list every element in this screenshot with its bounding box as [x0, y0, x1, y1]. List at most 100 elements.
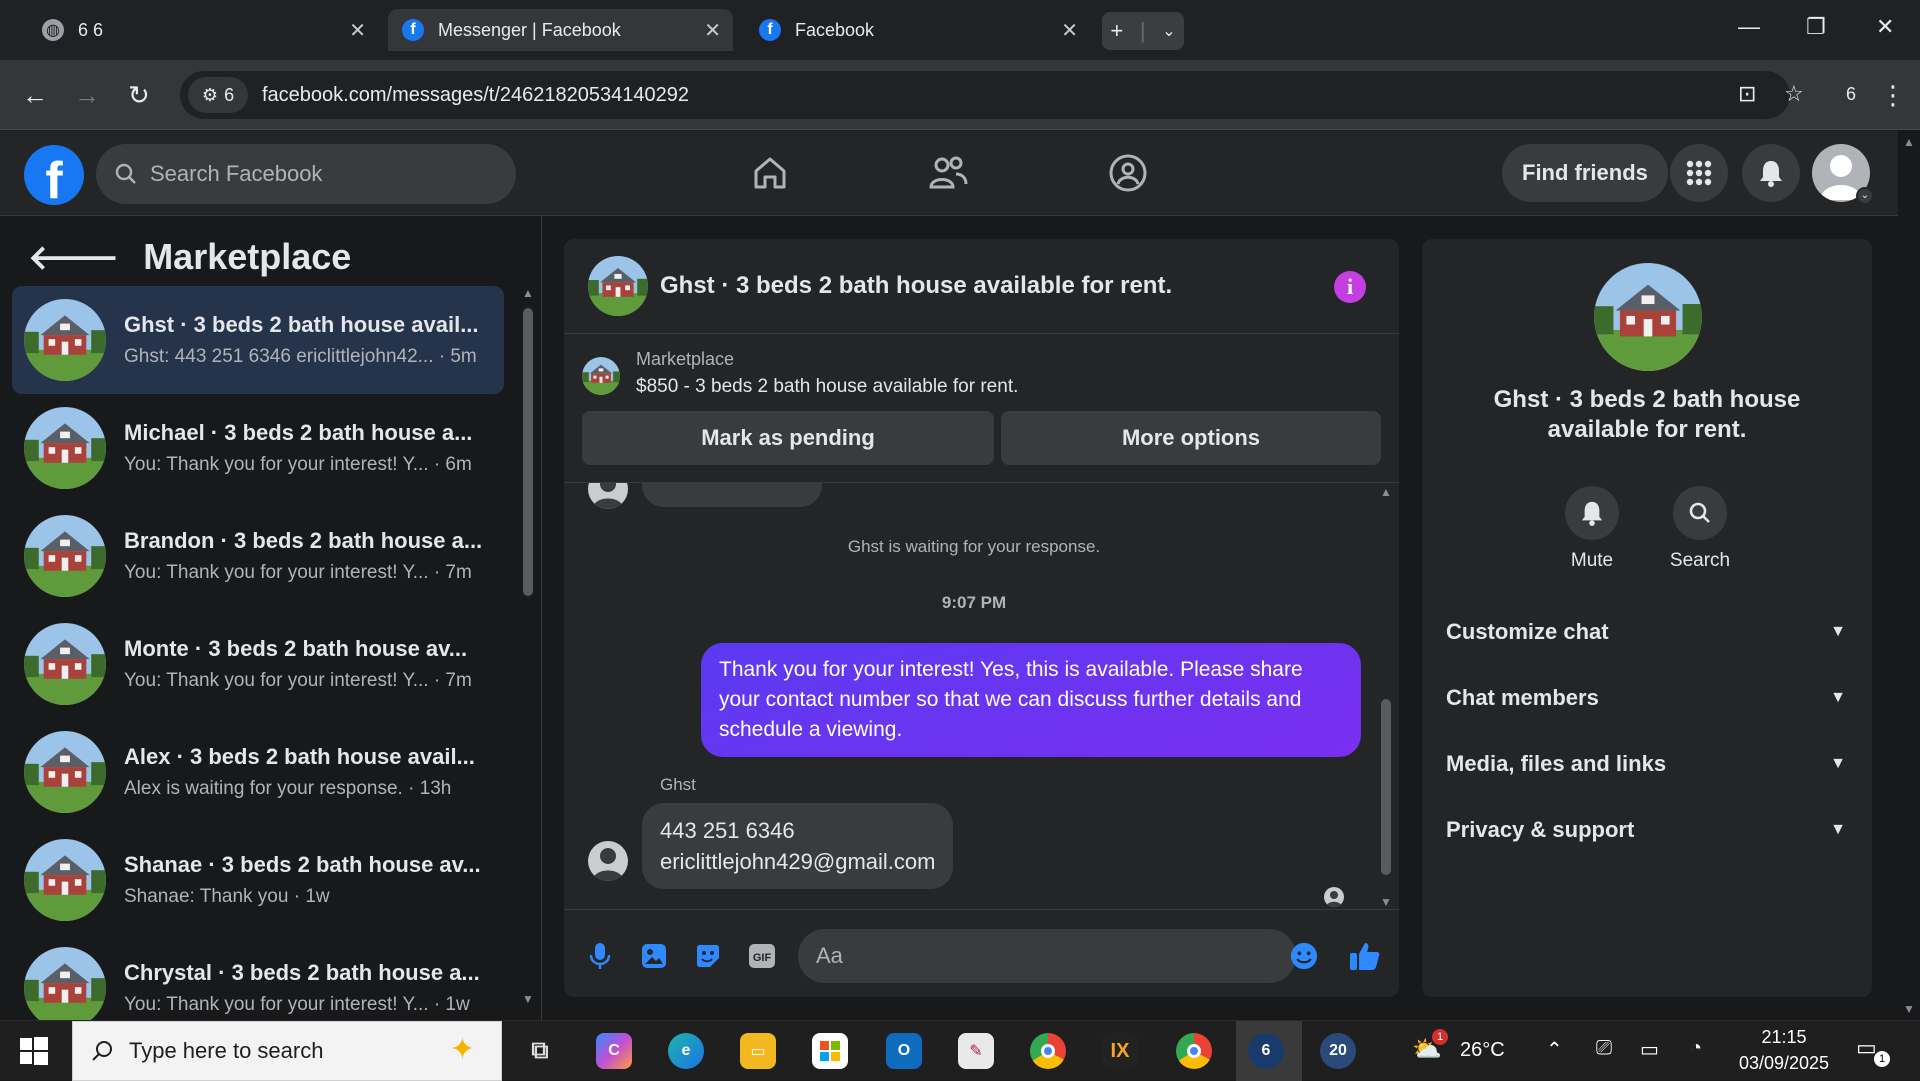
site-info-button[interactable]: ⚙ 6: [188, 77, 248, 113]
message-input[interactable]: [798, 929, 1296, 983]
search-label: Search: [1669, 550, 1731, 571]
sticker-icon[interactable]: [694, 942, 722, 970]
close-icon[interactable]: ✕: [1061, 18, 1078, 43]
forward-icon[interactable]: →: [74, 80, 100, 111]
conversation-name: Ghst · 3 beds 2 bath house avail...: [124, 312, 479, 337]
scrollbar[interactable]: ▲ ▼: [522, 286, 534, 1006]
thumbs-up-icon[interactable]: [1348, 942, 1382, 970]
photo-icon[interactable]: [640, 942, 668, 970]
outlook-icon[interactable]: O: [886, 1033, 922, 1069]
conversation-preview: Alex is waiting for your response. · 13h: [124, 778, 452, 799]
page-scrollbar[interactable]: ▲ ▼: [1898, 131, 1920, 1020]
task-view-icon[interactable]: ⧉: [522, 1033, 558, 1069]
media-files-links-section[interactable]: Media, files and links ▼: [1446, 751, 1846, 777]
taskbar-search-box[interactable]: Type here to search ✦: [72, 1021, 502, 1081]
avatar[interactable]: [588, 256, 648, 316]
avatar[interactable]: [1594, 263, 1702, 371]
marketplace-conversations-panel: 🡐 Marketplace Ghst · 3 beds 2 bath house…: [0, 216, 542, 1029]
microphone-icon[interactable]: [586, 942, 614, 970]
more-vert-icon[interactable]: ⋮: [1880, 80, 1906, 111]
plus-icon[interactable]: +: [1110, 18, 1123, 44]
chrome-icon[interactable]: [1030, 1033, 1066, 1069]
home-icon[interactable]: [748, 151, 792, 195]
tab-facebook[interactable]: f Facebook ✕: [745, 9, 1090, 51]
app-badge-icon[interactable]: 20: [1320, 1033, 1356, 1069]
avatar[interactable]: [588, 841, 628, 881]
gif-icon[interactable]: GIF: [748, 942, 776, 970]
section-label: Chat members: [1446, 685, 1599, 710]
conversation-item[interactable]: Alex · 3 beds 2 bath house avail... Alex …: [12, 718, 504, 826]
profile-count[interactable]: 6: [1846, 84, 1856, 105]
mark-as-pending-button[interactable]: Mark as pending: [582, 411, 994, 465]
back-icon[interactable]: ←: [22, 80, 48, 111]
conversation-name: Chrystal · 3 beds 2 bath house a...: [124, 960, 480, 985]
tab-messenger[interactable]: f Messenger | Facebook ✕: [388, 9, 733, 51]
reload-icon[interactable]: ↻: [128, 80, 150, 111]
paint-icon[interactable]: ✎: [958, 1033, 994, 1069]
conversation-item[interactable]: Ghst · 3 beds 2 bath house avail... Ghst:…: [12, 286, 504, 394]
windows-start-icon[interactable]: [20, 1037, 48, 1065]
my-message-bubble[interactable]: Thank you for your interest! Yes, this i…: [701, 643, 1361, 757]
app-badge-count: 20: [1329, 1042, 1347, 1059]
clock-time[interactable]: 21:15: [1736, 1027, 1832, 1048]
notification-count: 1: [1874, 1051, 1890, 1067]
conversation-item[interactable]: Shanae · 3 beds 2 bath house av... Shanae…: [12, 826, 504, 934]
search-input[interactable]: [150, 161, 490, 187]
friends-icon[interactable]: [926, 151, 970, 195]
wifi-icon[interactable]: ◔: [1690, 1037, 1702, 1060]
star-icon[interactable]: ☆: [1784, 81, 1804, 107]
app-badge-icon[interactable]: 6: [1248, 1033, 1284, 1069]
facebook-search-box[interactable]: [96, 144, 516, 204]
search-icon: [115, 163, 136, 184]
copilot-icon[interactable]: C: [596, 1033, 632, 1069]
groups-icon[interactable]: [1106, 151, 1150, 195]
search-button[interactable]: Search: [1650, 486, 1750, 572]
more-options-button[interactable]: More options: [1001, 411, 1381, 465]
svg-text:GIF: GIF: [753, 952, 772, 964]
read-receipt-avatar: [1324, 887, 1344, 907]
tab-6-6[interactable]: ◍ 6 6 ✕: [28, 9, 378, 51]
find-friends-button[interactable]: Find friends: [1502, 144, 1668, 202]
facebook-icon: f: [402, 19, 424, 41]
mute-button[interactable]: Mute: [1542, 486, 1642, 572]
close-icon[interactable]: ✕: [704, 18, 721, 43]
close-icon[interactable]: ✕: [349, 18, 366, 43]
conversation-item[interactable]: Brandon · 3 beds 2 bath house a... You: T…: [12, 502, 504, 610]
ix-app-icon[interactable]: IX: [1102, 1033, 1138, 1069]
back-arrow-icon[interactable]: 🡐: [28, 237, 119, 278]
tab-title: 6 6: [78, 19, 104, 40]
conversation-item[interactable]: Michael · 3 beds 2 bath house a... You: T…: [12, 394, 504, 502]
chevron-up-icon[interactable]: ⌃: [1546, 1037, 1563, 1062]
marketplace-listing[interactable]: Marketplace $850 - 3 beds 2 bath house a…: [582, 349, 1018, 398]
customize-chat-section[interactable]: Customize chat ▼: [1446, 619, 1846, 645]
url-text[interactable]: facebook.com/messages/t/2462182053414029…: [262, 84, 689, 107]
bell-icon[interactable]: [1742, 144, 1800, 202]
weather-temperature[interactable]: 26°C: [1460, 1039, 1505, 1062]
conversation-name: Alex · 3 beds 2 bath house avail...: [124, 744, 475, 769]
meet-now-icon[interactable]: ⎚: [1596, 1037, 1612, 1060]
restore-icon[interactable]: ❐: [1806, 14, 1826, 40]
edge-icon[interactable]: e: [668, 1033, 704, 1069]
microsoft-store-icon[interactable]: [812, 1033, 848, 1069]
scrollbar[interactable]: ▲ ▼: [1376, 483, 1396, 909]
chat-members-section[interactable]: Chat members ▼: [1446, 685, 1846, 711]
chrome-profile-icon[interactable]: [1176, 1033, 1212, 1069]
minimize-icon[interactable]: —: [1738, 14, 1760, 40]
chat-title[interactable]: Ghst · 3 beds 2 bath house available for…: [660, 272, 1172, 300]
info-icon[interactable]: i: [1334, 271, 1366, 303]
globe-icon: ◍: [42, 19, 64, 41]
conversation-item[interactable]: Monte · 3 beds 2 bath house av... You: Th…: [12, 610, 504, 718]
privacy-support-section[interactable]: Privacy & support ▼: [1446, 817, 1846, 843]
facebook-logo-icon[interactable]: f: [24, 145, 84, 205]
url-box[interactable]: ⚙ 6 facebook.com/messages/t/246218205341…: [180, 71, 1804, 119]
close-window-icon[interactable]: ✕: [1876, 14, 1894, 40]
emoji-icon[interactable]: [1290, 942, 1318, 970]
install-app-icon[interactable]: ⊡: [1738, 81, 1756, 107]
battery-icon[interactable]: ▭: [1640, 1037, 1659, 1062]
menu-grid-icon[interactable]: [1670, 144, 1728, 202]
chevron-down-icon[interactable]: ⌄: [1856, 187, 1874, 205]
their-message-bubble[interactable]: 443 251 6346 ericlittlejohn429@gmail.com: [642, 803, 954, 889]
chevron-down-icon[interactable]: ⌄: [1162, 21, 1175, 41]
file-explorer-icon[interactable]: ▭: [740, 1033, 776, 1069]
clock-date[interactable]: 03/09/2025: [1736, 1053, 1832, 1074]
